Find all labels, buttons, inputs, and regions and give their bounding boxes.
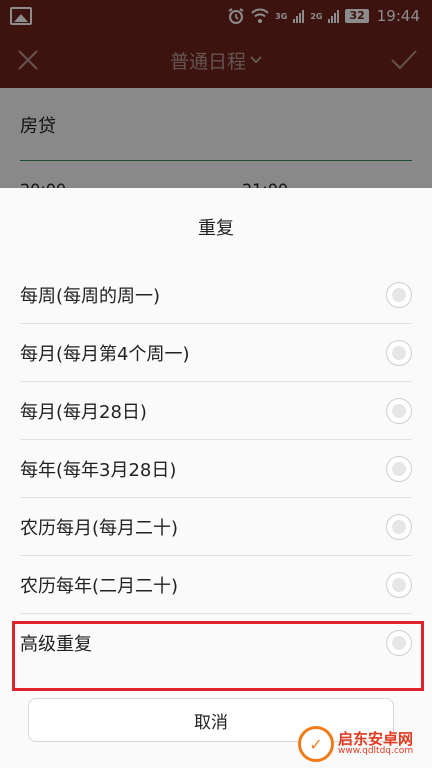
option-label: 每月(每月第4个周一) bbox=[20, 343, 190, 365]
option-yearly[interactable]: 每年(每年3月28日) bbox=[20, 440, 412, 498]
option-label: 每年(每年3月28日) bbox=[20, 459, 177, 481]
screen: 3G 2G 32 19:44 普通日程 房贷 重复 每周(每周的周一) 每月(每… bbox=[0, 0, 432, 768]
sheet-title: 重复 bbox=[198, 218, 234, 239]
watermark-url: www.qdltdq.com bbox=[338, 746, 414, 757]
watermark: ✓ 启东安卓网 www.qdltdq.com bbox=[298, 722, 428, 766]
radio-button[interactable] bbox=[386, 571, 412, 598]
option-label: 农历每月(每月二十) bbox=[20, 517, 179, 539]
radio-button[interactable] bbox=[386, 513, 412, 540]
option-label: 农历每年(二月二十) bbox=[20, 575, 179, 597]
option-monthly-weekday[interactable]: 每月(每月第4个周一) bbox=[20, 324, 412, 382]
option-weekly[interactable]: 每周(每周的周一) bbox=[20, 266, 412, 324]
option-lunar-monthly[interactable]: 农历每月(每月二十) bbox=[20, 498, 412, 556]
radio-button[interactable] bbox=[386, 281, 412, 308]
radio-button[interactable] bbox=[386, 339, 412, 366]
option-label: 每月(每月28日) bbox=[20, 401, 147, 423]
radio-button[interactable] bbox=[386, 455, 412, 482]
watermark-logo-icon: ✓ bbox=[298, 726, 334, 762]
option-label: 每周(每周的周一) bbox=[20, 285, 161, 307]
option-monthly-date[interactable]: 每月(每月28日) bbox=[20, 382, 412, 440]
option-lunar-yearly[interactable]: 农历每年(二月二十) bbox=[20, 556, 412, 614]
highlight-annotation bbox=[12, 621, 424, 691]
radio-button[interactable] bbox=[386, 397, 412, 424]
watermark-name: 启东安卓网 bbox=[338, 729, 414, 748]
